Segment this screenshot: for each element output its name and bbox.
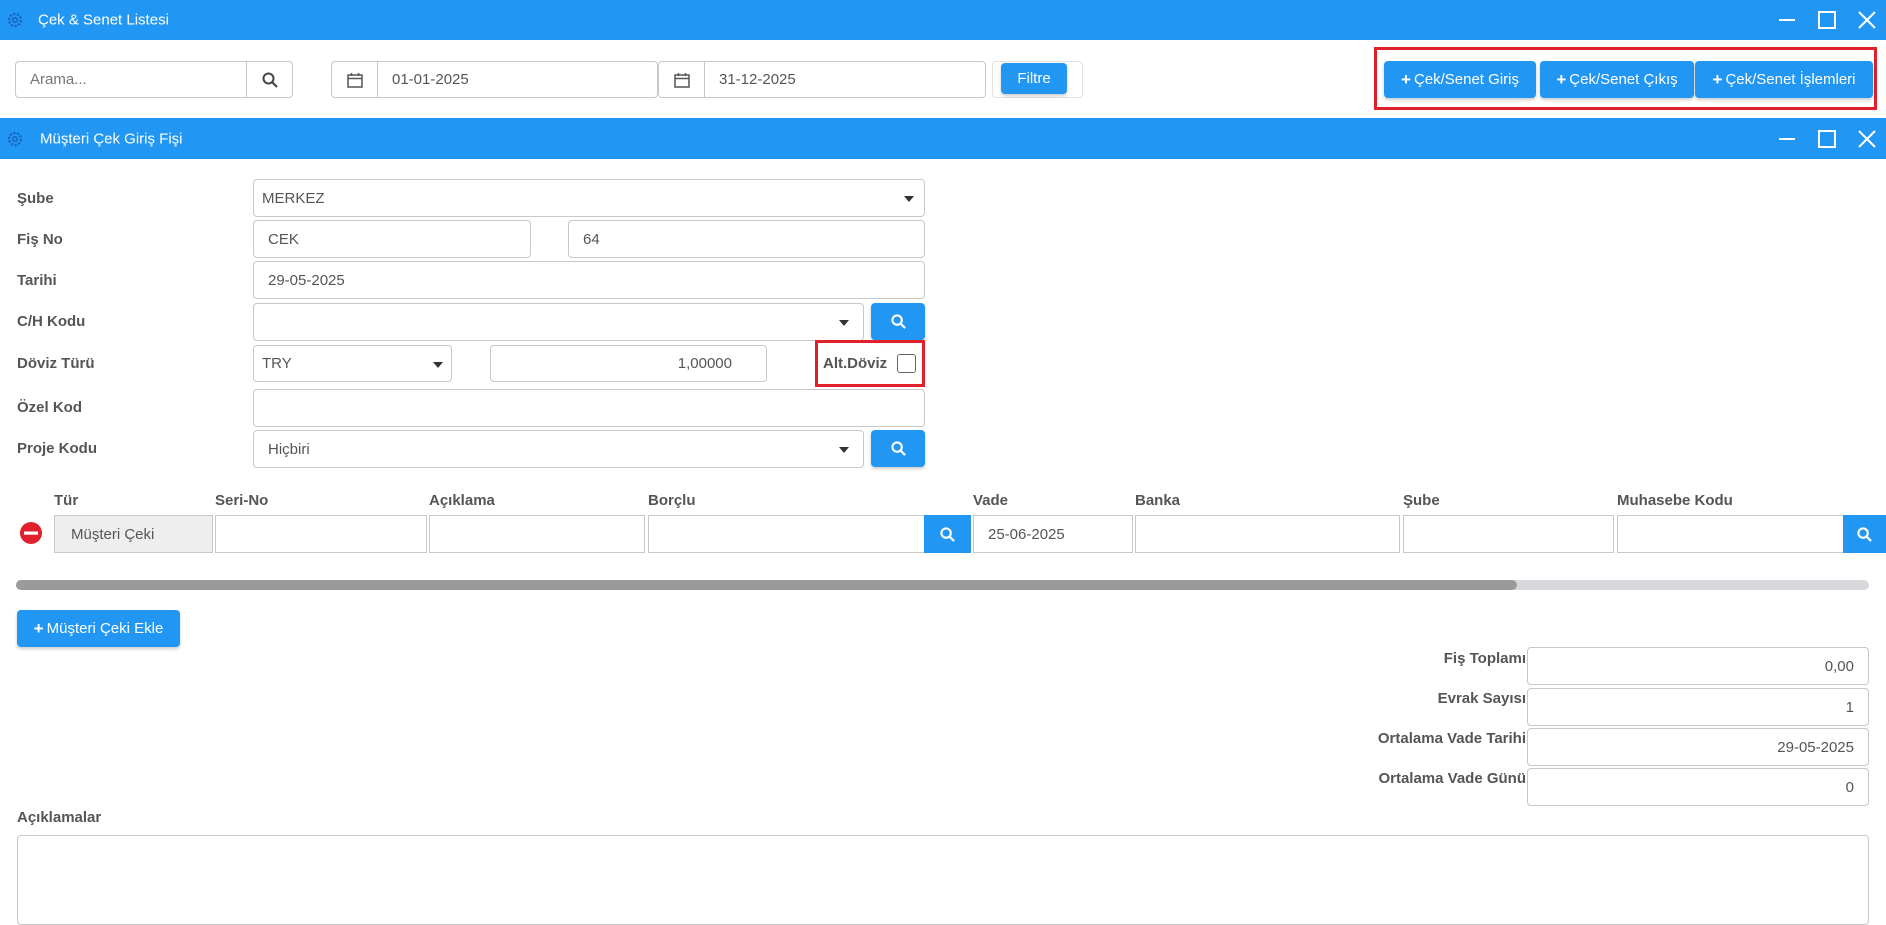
grid-scrollbar-thumb[interactable] — [16, 580, 1517, 590]
doviz-kuru-input[interactable]: 1,00000 — [490, 345, 767, 382]
calendar-icon — [346, 72, 363, 88]
cek-senet-cikis-button[interactable]: + Çek/Senet Çıkış — [1540, 61, 1694, 98]
search-icon — [940, 526, 955, 542]
col-header-vade: Vade — [973, 492, 1009, 509]
close-icon[interactable] — [1855, 127, 1879, 151]
search-icon — [262, 72, 278, 88]
ozel-kod-label: Özel Kod — [17, 399, 83, 416]
search-button[interactable] — [246, 61, 293, 98]
date-to-input[interactable]: 31-12-2025 — [704, 61, 986, 98]
plus-icon: + — [1401, 69, 1411, 89]
maximize-icon[interactable] — [1815, 8, 1839, 32]
date-from-calendar-button[interactable] — [331, 61, 378, 98]
plus-icon: + — [33, 618, 44, 638]
fis-no-series-input[interactable]: CEK — [253, 220, 531, 258]
minimize-icon[interactable] — [1775, 127, 1799, 151]
chevron-down-icon — [839, 447, 849, 453]
aciklamalar-textarea[interactable] — [17, 835, 1869, 925]
add-musteri-ceki-button[interactable]: + Müşteri Çeki Ekle — [17, 610, 180, 647]
col-header-seri-no: Seri-No — [215, 492, 269, 509]
inner-window-title: Müşteri Çek Giriş Fişi — [40, 130, 183, 147]
plus-icon: + — [1712, 69, 1723, 89]
settings-gear-icon[interactable] — [6, 11, 24, 29]
ortalama-vade-gunu-input: 0 — [1527, 768, 1869, 806]
aciklama-cell[interactable] — [429, 515, 645, 553]
evrak-sayisi-label: Evrak Sayısı — [1437, 690, 1526, 707]
ortalama-vade-tarihi-input: 29-05-2025 — [1527, 728, 1869, 766]
col-header-borclu: Borçlu — [648, 492, 696, 509]
fis-toplami-input: 0,00 — [1527, 647, 1869, 685]
ortalama-vade-gunu-label: Ortalama Vade Günü — [1378, 770, 1526, 787]
outer-titlebar: Çek & Senet Listesi — [0, 0, 1886, 40]
date-to-calendar-button[interactable] — [658, 61, 705, 98]
borclu-search-button[interactable] — [924, 515, 971, 553]
cek-senet-giris-label: Çek/Senet Giriş — [1413, 71, 1519, 88]
sube-cell[interactable] — [1403, 515, 1614, 553]
ch-kodu-select[interactable] — [253, 303, 864, 341]
doviz-turu-select[interactable]: TRY — [253, 345, 452, 382]
close-icon[interactable] — [1855, 8, 1879, 32]
cek-senet-islemleri-button[interactable]: + Çek/Senet İşlemleri — [1695, 61, 1873, 98]
tur-cell: Müşteri Çeki — [54, 515, 213, 553]
chevron-down-icon — [839, 320, 849, 326]
calendar-icon — [673, 72, 690, 88]
aciklamalar-label: Açıklamalar — [17, 809, 102, 826]
cek-senet-cikis-label: Çek/Senet Çıkış — [1569, 71, 1678, 88]
grid-scrollbar-track[interactable] — [16, 580, 1869, 590]
cek-senet-giris-button[interactable]: + Çek/Senet Giriş — [1384, 61, 1536, 98]
col-header-aciklama: Açıklama — [429, 492, 495, 509]
outer-window-title: Çek & Senet Listesi — [38, 11, 169, 29]
maximize-icon[interactable] — [1815, 127, 1839, 151]
settings-gear-icon[interactable] — [6, 130, 24, 148]
plus-icon: + — [1556, 69, 1567, 89]
date-from-input[interactable]: 01-01-2025 — [377, 61, 658, 98]
sube-label: Şube — [17, 190, 54, 207]
search-input[interactable] — [15, 61, 247, 98]
banka-cell[interactable] — [1135, 515, 1400, 553]
tarihi-label: Tarihi — [17, 272, 57, 289]
muhasebe-kodu-search-button[interactable] — [1843, 515, 1886, 553]
proje-kodu-value: Hiçbiri — [268, 440, 310, 458]
fis-no-number-input[interactable]: 64 — [568, 220, 925, 258]
doviz-turu-value: TRY — [262, 355, 292, 372]
tarihi-input[interactable]: 29-05-2025 — [253, 261, 925, 299]
doviz-turu-label: Döviz Türü — [17, 355, 95, 372]
chevron-down-icon — [433, 361, 443, 368]
minimize-icon[interactable] — [1775, 8, 1799, 32]
ch-kodu-label: C/H Kodu — [17, 313, 86, 330]
fis-toplami-label: Fiş Toplamı — [1443, 650, 1526, 667]
add-musteri-ceki-label: Müşteri Çeki Ekle — [46, 620, 164, 637]
vade-cell[interactable]: 25-06-2025 — [973, 515, 1133, 553]
alt-doviz-label: Alt.Döviz — [823, 355, 888, 372]
remove-row-icon[interactable] — [19, 521, 43, 545]
alt-doviz-checkbox[interactable] — [897, 354, 916, 373]
col-header-muhasebe-kodu: Muhasebe Kodu — [1617, 492, 1733, 509]
inner-titlebar: Müşteri Çek Giriş Fişi — [0, 118, 1886, 159]
chevron-down-icon — [904, 196, 914, 202]
filter-button[interactable]: Filtre — [1001, 63, 1067, 94]
ch-kodu-search-button[interactable] — [871, 303, 925, 340]
ozel-kod-input[interactable] — [253, 389, 925, 427]
col-header-sube: Şube — [1403, 492, 1440, 509]
borclu-cell[interactable] — [648, 515, 925, 553]
search-icon — [890, 314, 906, 329]
sube-select[interactable]: MERKEZ — [253, 179, 925, 217]
proje-kodu-label: Proje Kodu — [17, 440, 98, 457]
col-header-tur: Tür — [54, 492, 79, 509]
search-icon — [890, 441, 906, 456]
cek-senet-islemleri-label: Çek/Senet İşlemleri — [1725, 71, 1856, 88]
fis-no-label: Fiş No — [17, 231, 63, 248]
col-header-banka: Banka — [1135, 492, 1181, 509]
search-icon — [1857, 526, 1872, 542]
sube-value: MERKEZ — [262, 189, 325, 207]
proje-kodu-select[interactable]: Hiçbiri — [253, 430, 864, 468]
proje-kodu-search-button[interactable] — [871, 430, 925, 467]
muhasebe-kodu-cell[interactable] — [1617, 515, 1844, 553]
seri-no-cell[interactable] — [215, 515, 427, 553]
ortalama-vade-tarihi-label: Ortalama Vade Tarihi — [1377, 730, 1526, 747]
evrak-sayisi-input: 1 — [1527, 688, 1869, 726]
